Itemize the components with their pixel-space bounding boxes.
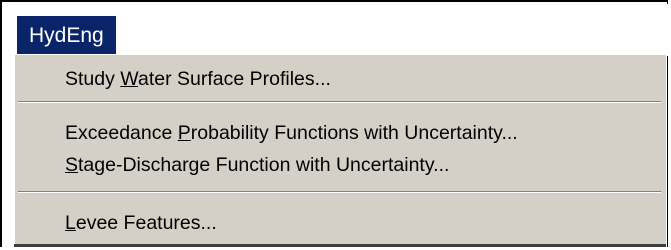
menu-item-text-after: evee Features... (75, 212, 217, 234)
menu-item-text-before: Study (65, 68, 121, 90)
menu-separator (18, 191, 661, 193)
menu-bar: HydEng (4, 4, 668, 56)
menu-item-study-water-surface-profiles[interactable]: Study Water Surface Profiles... (15, 61, 665, 97)
hydeng-dropdown-menu: Study Water Surface Profiles... Exceedan… (14, 54, 666, 247)
menu-item-mnemonic: S (65, 154, 79, 176)
menu-item-text-after: tage-Discharge Function with Uncertainty… (78, 154, 450, 176)
menu-item-mnemonic: P (177, 122, 191, 144)
menu-item-exceedance-probability-functions[interactable]: Exceedance Probability Functions with Un… (15, 115, 665, 151)
menu-bottom-border (14, 244, 666, 247)
menu-item-stage-discharge-function[interactable]: Stage-Discharge Function with Uncertaint… (15, 147, 665, 183)
menu-item-text-after: robability Functions with Uncertainty... (190, 122, 518, 144)
menu-separator (18, 101, 661, 103)
menu-item-text-before: Exceedance (65, 122, 178, 144)
menu-item-levee-features[interactable]: Levee Features... (15, 205, 665, 241)
menu-hydeng[interactable]: HydEng (17, 16, 116, 56)
menu-item-text-after: ater Surface Profiles... (137, 68, 331, 90)
menu-item-mnemonic: W (120, 68, 138, 90)
menu-item-mnemonic: L (65, 212, 76, 234)
